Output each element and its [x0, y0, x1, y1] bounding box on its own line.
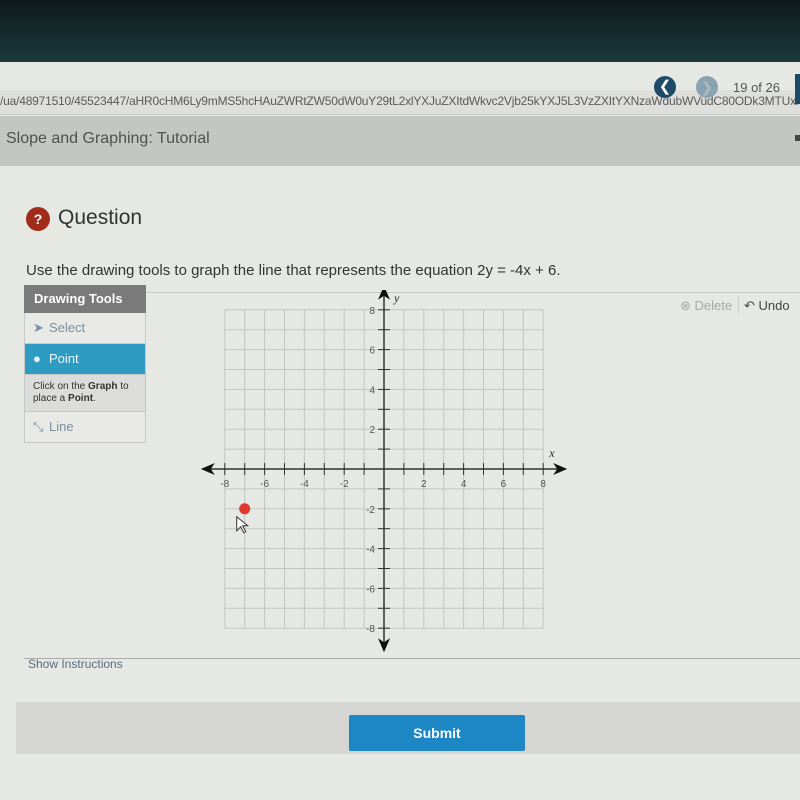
y-tick-label: 8 — [369, 306, 375, 317]
coordinate-graph[interactable]: -8 -6 -4 -2 2 4 6 8 8 6 4 2 -2 -4 -6 -8 x y — [200, 290, 580, 655]
monitor-bezel — [0, 0, 800, 62]
tool-hint: Click on the Graph to place a Point. — [24, 375, 146, 412]
drawing-tools-heading: Drawing Tools — [24, 285, 146, 313]
point-dot-icon: ● — [33, 351, 41, 366]
y-tick-label: -8 — [366, 624, 375, 635]
x-tick-label: 2 — [421, 479, 427, 490]
select-cursor-icon: ➤ — [33, 320, 44, 335]
line-tool-icon: ⤡ — [33, 419, 44, 434]
y-tick-label: 2 — [369, 425, 375, 436]
tool-line[interactable]: ⤡ Line — [24, 412, 146, 443]
tool-point[interactable]: ● Point — [24, 344, 146, 375]
y-tick-label: -2 — [366, 505, 375, 516]
x-tick-label: 6 — [501, 479, 507, 490]
x-tick-label: 8 — [540, 479, 546, 490]
actions-divider — [738, 296, 739, 314]
y-tick-label: -4 — [366, 545, 375, 556]
delete-button[interactable]: ⊗ Delete — [680, 298, 732, 314]
question-icon: ? — [26, 207, 50, 231]
question-prompt: Use the drawing tools to graph the line … — [26, 262, 561, 279]
delete-circle-icon: ⊗ — [680, 298, 691, 313]
y-tick-label: -6 — [366, 584, 375, 595]
y-tick-label: 6 — [369, 346, 375, 357]
y-axis-label: y — [393, 291, 400, 305]
mouse-cursor-icon — [236, 515, 250, 534]
x-tick-label: -8 — [220, 479, 229, 490]
tool-select[interactable]: ➤ Select — [24, 313, 146, 344]
undo-arrow-icon: ↶ — [744, 298, 755, 313]
undo-button[interactable]: ↶ Undo — [744, 298, 790, 314]
question-title: Question — [58, 206, 143, 229]
x-tick-label: 4 — [461, 479, 467, 490]
x-axis-label: x — [548, 446, 555, 460]
x-tick-label: -6 — [260, 479, 269, 490]
x-tick-label: -4 — [300, 479, 309, 490]
submit-button[interactable]: Submit — [349, 715, 525, 751]
drawing-tools-panel: Drawing Tools ➤ Select ● Point Click on th… — [24, 285, 146, 443]
show-instructions-link[interactable]: Show Instructions — [28, 657, 123, 671]
plotted-point[interactable] — [239, 503, 251, 515]
y-tick-label: 4 — [369, 385, 375, 396]
x-tick-label: -2 — [340, 479, 349, 490]
